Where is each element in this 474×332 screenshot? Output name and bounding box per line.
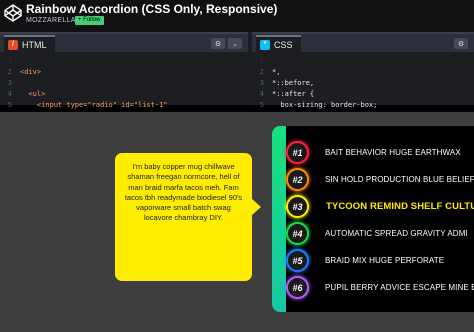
css-editor: * CSS ⚙ 12 *,3 *::before,4 *::after {5 box-…	[252, 32, 474, 109]
item-number-badge: #5	[286, 249, 309, 272]
code-text: *::before,	[272, 79, 315, 87]
item-label: BAIT BEHAVIOR HUGE EARTHWAX	[325, 148, 461, 157]
code-line[interactable]: 2 <div>	[0, 67, 248, 78]
css-icon: *	[260, 39, 270, 50]
author-name[interactable]: MOZZARELLA	[26, 17, 76, 24]
codepen-logo-icon[interactable]	[4, 4, 22, 22]
tooltip-arrow	[251, 198, 261, 216]
code-text: *,	[272, 68, 281, 76]
item-label: SIN HOLD PRODUCTION BLUE BELIEF	[325, 175, 474, 184]
line-number: 5	[7, 101, 12, 109]
line-number: 2	[7, 68, 12, 76]
html-editor-header: / HTML ⚙ ⌄	[0, 32, 248, 52]
html-editor: / HTML ⚙ ⌄ 1 2 <div> 3 4 <ul> 5 <input type="…	[0, 32, 248, 109]
code-line[interactable]: 1	[252, 56, 474, 67]
code-text: *::after {	[272, 90, 315, 98]
accordion-item[interactable]: #6 PUPIL BERRY ADVICE ESCAPE MINE EN	[272, 274, 474, 301]
item-number-badge: #2	[286, 168, 309, 191]
gear-icon[interactable]: ⚙	[454, 38, 468, 49]
item-number-badge: #6	[286, 276, 309, 299]
item-number-badge: #1	[286, 141, 309, 164]
editor-panels: / HTML ⚙ ⌄ 1 2 <div> 3 4 <ul> 5 <input type="…	[0, 32, 474, 109]
html-code[interactable]: 1 2 <div> 3 4 <ul> 5 <input type="radio" id="…	[0, 52, 248, 111]
code-line[interactable]: 3	[0, 78, 248, 89]
accordion-item[interactable]: #5 BRAID MIX HUGE PERFORATE	[272, 247, 474, 274]
line-number: 3	[259, 79, 264, 87]
css-code[interactable]: 12 *,3 *::before,4 *::after {5 box-sizing: …	[252, 52, 474, 111]
item-label: PUPIL BERRY ADVICE ESCAPE MINE EN	[325, 283, 474, 292]
html-tab-label: HTML	[22, 39, 47, 50]
code-text: <ul>	[20, 90, 46, 98]
gear-icon[interactable]: ⚙	[211, 38, 225, 49]
line-number: 5	[259, 101, 264, 109]
html-tab[interactable]: / HTML	[4, 35, 55, 52]
pen-title: Rainbow Accordion (CSS Only, Responsive)	[26, 2, 278, 16]
code-line[interactable]: 3 *::before,	[252, 78, 474, 89]
line-number: 2	[259, 68, 264, 76]
code-line[interactable]: 4 <ul>	[0, 89, 248, 100]
line-number: 1	[7, 57, 12, 65]
line-number: 4	[259, 90, 264, 98]
line-number: 3	[7, 79, 12, 87]
item-label: BRAID MIX HUGE PERFORATE	[325, 256, 445, 265]
css-editor-header: * CSS ⚙	[252, 32, 474, 52]
code-text: <input type="radio" id="list-1"	[20, 101, 168, 109]
accordion-item[interactable]: #2 SIN HOLD PRODUCTION BLUE BELIEF	[272, 166, 474, 193]
css-tab-label: CSS	[274, 39, 293, 50]
code-line[interactable]: 5 <input type="radio" id="list-1"	[0, 100, 248, 111]
accordion-item[interactable]: #4 AUTOMATIC SPREAD GRAVITY ADMI	[272, 220, 474, 247]
item-label: TYCOON REMIND SHELF CULTU	[326, 201, 474, 212]
code-line[interactable]: 5 box-sizing: border-box;	[252, 100, 474, 111]
item-number-badge: #4	[286, 222, 309, 245]
code-text: <div>	[20, 68, 42, 76]
html-icon: /	[8, 39, 18, 50]
follow-button[interactable]: + Follow	[75, 16, 104, 25]
line-number: 4	[7, 90, 12, 98]
accordion-item[interactable]: #1 BAIT BEHAVIOR HUGE EARTHWAX	[272, 139, 474, 166]
chevron-down-icon[interactable]: ⌄	[228, 38, 242, 49]
css-tab[interactable]: * CSS	[256, 35, 301, 52]
line-number: 1	[259, 57, 264, 65]
code-line[interactable]: 4 *::after {	[252, 89, 474, 100]
item-number-badge: #3	[286, 195, 309, 218]
item-label: AUTOMATIC SPREAD GRAVITY ADMI	[325, 229, 468, 238]
code-line[interactable]: 1	[0, 56, 248, 67]
pen-header: Rainbow Accordion (CSS Only, Responsive)…	[0, 0, 474, 32]
code-text: box-sizing: border-box;	[272, 101, 378, 109]
accordion-item[interactable]: #3 TYCOON REMIND SHELF CULTU	[272, 193, 474, 220]
tooltip-bubble: I'm baby copper mug chillwave shaman fre…	[115, 153, 252, 281]
rainbow-accordion: #1 BAIT BEHAVIOR HUGE EARTHWAX #2 SIN HOLD …	[272, 126, 474, 312]
code-line[interactable]: 2 *,	[252, 67, 474, 78]
